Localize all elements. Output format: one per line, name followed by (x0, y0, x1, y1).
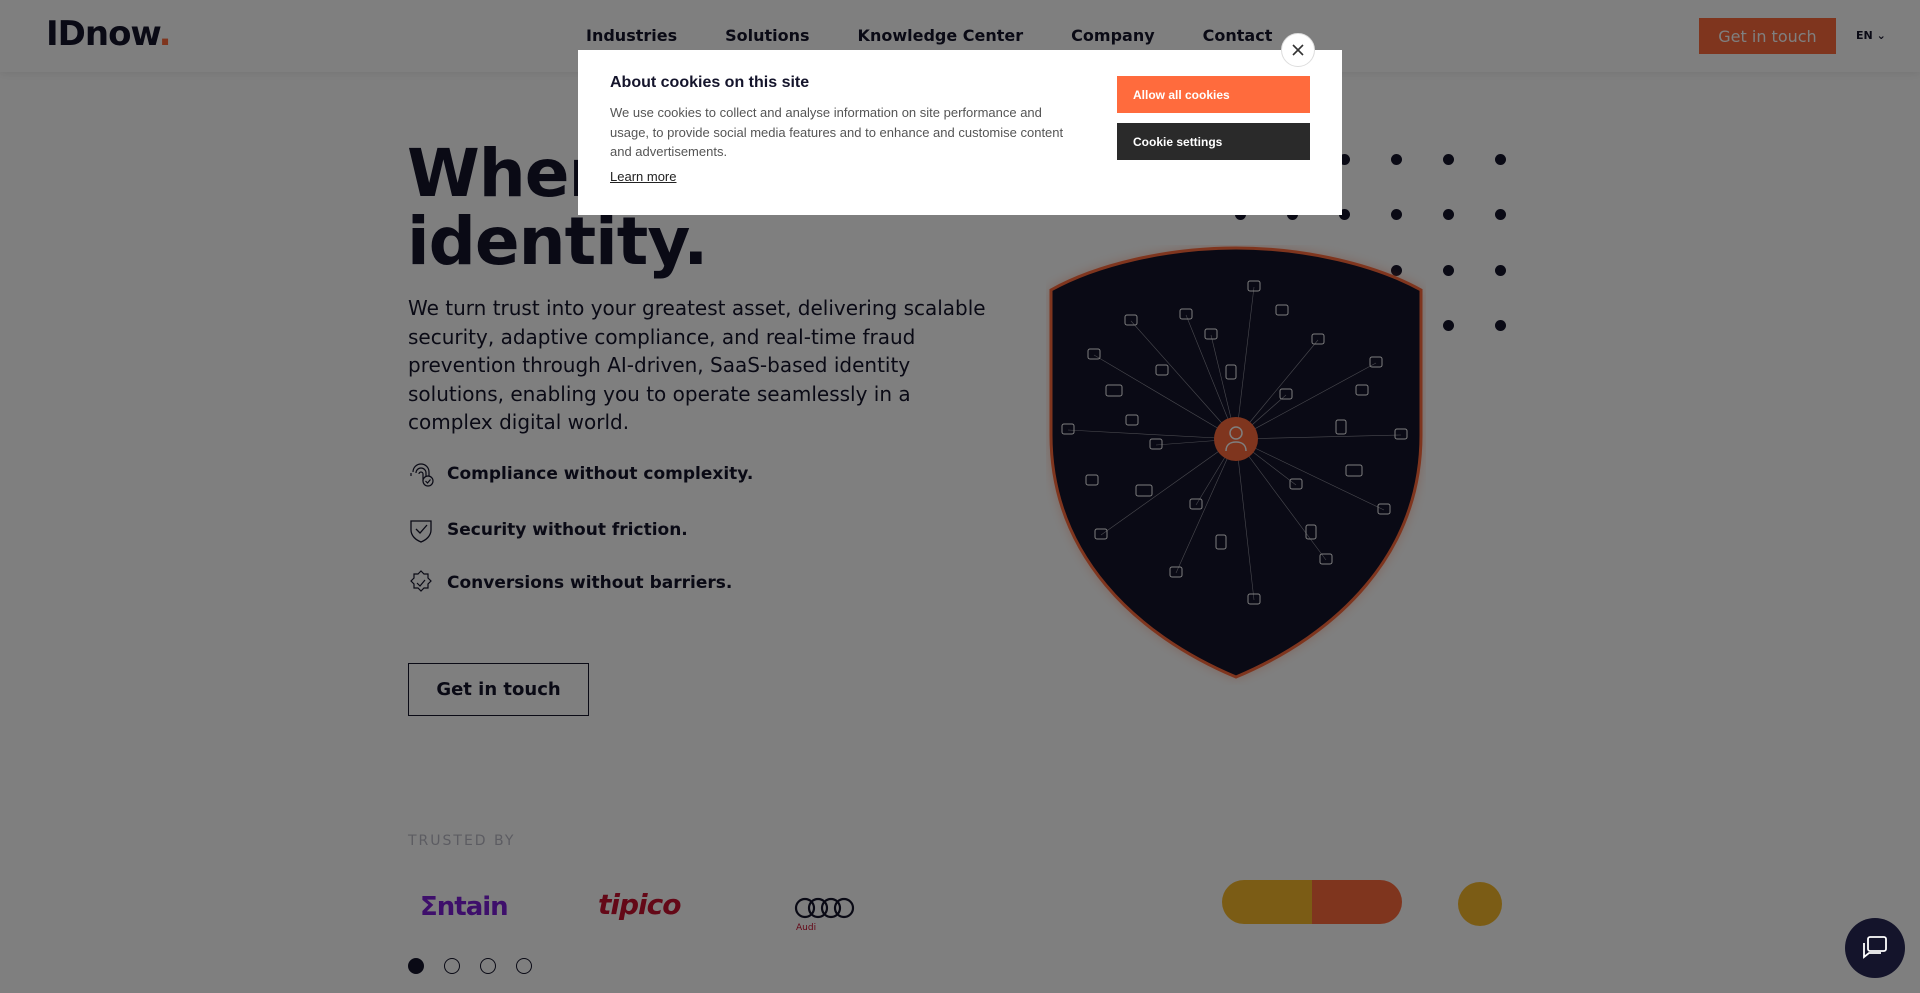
cookie-settings-button[interactable]: Cookie settings (1117, 123, 1310, 160)
cookie-description: We use cookies to collect and analyse in… (610, 105, 1064, 159)
allow-all-cookies-button[interactable]: Allow all cookies (1117, 76, 1310, 113)
cookie-consent-dialog: About cookies on this site We use cookie… (578, 50, 1342, 215)
chat-bubble-icon (1863, 936, 1887, 959)
learn-more-link[interactable]: Learn more (610, 169, 676, 184)
close-cookie-dialog-button[interactable] (1281, 33, 1315, 67)
close-icon (1292, 44, 1304, 56)
chat-widget-button[interactable] (1845, 918, 1905, 978)
cookie-title: About cookies on this site (610, 74, 810, 91)
